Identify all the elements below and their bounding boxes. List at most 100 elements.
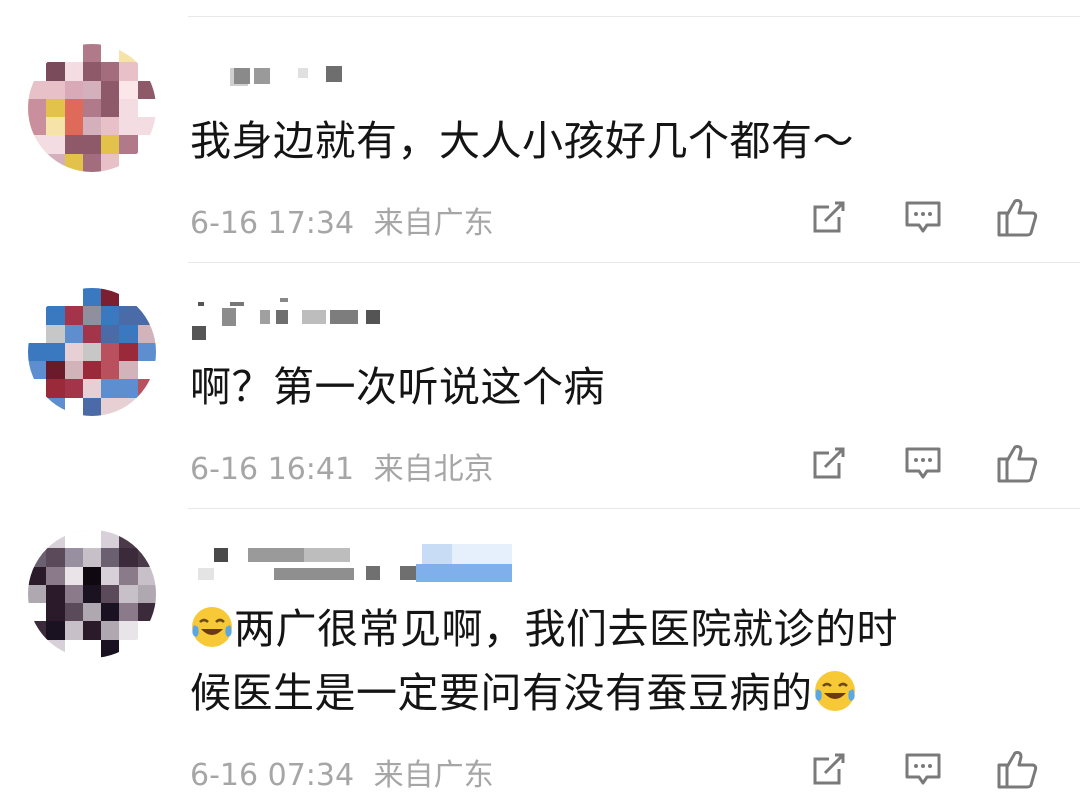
comment-location: 来自广东 [373, 206, 494, 241]
avatar-pixel [82, 117, 102, 136]
avatar-pixel [46, 135, 65, 154]
avatar-pixel [82, 80, 102, 99]
avatar-pixel [82, 288, 102, 307]
avatar-pixel [82, 584, 102, 604]
comment-location: 来自广东 [373, 758, 494, 793]
like-button[interactable] [992, 744, 1042, 794]
comment-meta: 6-16 07:34 来自广东 [190, 750, 494, 794]
avatar-pixel [137, 361, 156, 380]
avatar-pixel [137, 379, 156, 398]
avatar-pixel [28, 584, 47, 604]
avatar-pixel [137, 288, 156, 307]
comment-button[interactable] [898, 192, 948, 242]
avatar-pixel [46, 117, 65, 136]
avatar-pixel [101, 117, 120, 136]
avatar-pixel [119, 135, 138, 154]
avatar-pixel [28, 530, 47, 549]
avatar-pixel [101, 80, 120, 99]
avatar-pixel [119, 153, 138, 172]
avatar-pixel [101, 621, 120, 640]
avatar-pixel [64, 584, 83, 604]
avatar-pixel [101, 548, 120, 567]
avatar-pixel [46, 621, 65, 640]
avatar-pixel [28, 361, 47, 380]
username-pixelated[interactable] [190, 544, 530, 584]
avatar-pixel [137, 584, 156, 604]
avatar-pixel [46, 288, 65, 307]
avatar-pixel [82, 548, 102, 567]
avatar-pixel [82, 379, 102, 398]
avatar-pixel [82, 62, 102, 81]
comment-date: 6-16 16:41 [190, 452, 355, 487]
avatar[interactable] [28, 530, 156, 658]
avatar-pixel [82, 306, 102, 325]
avatar-pixel [28, 135, 47, 154]
avatar-pixel [28, 44, 47, 63]
avatar-pixel [137, 639, 156, 658]
avatar-pixel [28, 603, 47, 622]
avatar-pixel [64, 361, 83, 380]
avatar-pixel [82, 397, 102, 416]
username-pixelated[interactable] [190, 58, 530, 98]
avatar-pixel [46, 98, 65, 118]
avatar-pixel [46, 584, 65, 604]
avatar-pixel [28, 62, 47, 81]
comment-icon [905, 447, 941, 479]
avatar-pixel [64, 397, 83, 416]
avatar-pixel [119, 306, 138, 325]
avatar-pixel [119, 379, 138, 398]
avatar-pixel [101, 397, 120, 416]
divider [188, 262, 1080, 263]
avatar-pixel [101, 639, 120, 658]
avatar-pixel [64, 530, 83, 549]
like-button[interactable] [992, 438, 1042, 488]
avatar-pixel [101, 135, 120, 154]
avatar-pixel [28, 548, 47, 567]
avatar-pixel [64, 639, 83, 658]
avatar-pixel [64, 603, 83, 622]
avatar-pixel [137, 566, 156, 585]
comment-text: 候医生是一定要问有没有蚕豆病的 [190, 662, 857, 724]
avatar-pixel [101, 288, 120, 307]
avatar-pixel [28, 98, 47, 118]
repost-icon [813, 753, 845, 785]
avatar[interactable] [28, 44, 156, 172]
avatar-pixel [46, 566, 65, 585]
avatar-pixel [101, 62, 120, 81]
avatar-pixel [119, 62, 138, 81]
like-button[interactable] [992, 192, 1042, 242]
comment-text: 啊？第一次听说这个病 [190, 363, 605, 411]
avatar-pixel [46, 62, 65, 81]
avatar-pixel [82, 621, 102, 640]
avatar-pixel [64, 342, 83, 362]
avatar-pixel [137, 548, 156, 567]
username-pixelated[interactable] [190, 298, 530, 340]
avatar-pixel [119, 117, 138, 136]
avatar-pixel [137, 306, 156, 325]
avatar-pixel [28, 342, 47, 362]
avatar-pixel [46, 361, 65, 380]
comment-text: 我身边就有，大人小孩好几个都有～ [190, 117, 854, 165]
avatar-pixel [119, 530, 138, 549]
avatar-pixel [101, 98, 120, 118]
avatar-pixel [137, 621, 156, 640]
avatar[interactable] [28, 288, 156, 416]
avatar-pixel [64, 117, 83, 136]
repost-button[interactable] [804, 744, 854, 794]
avatar-pixel [137, 530, 156, 549]
comment-button[interactable] [898, 744, 948, 794]
avatar-pixel [119, 548, 138, 567]
repost-button[interactable] [804, 192, 854, 242]
thumbs-up-icon [997, 199, 1038, 237]
avatar-pixel [28, 621, 47, 640]
avatar-pixel [137, 603, 156, 622]
comment-meta: 6-16 16:41 来自北京 [190, 444, 494, 488]
avatar-pixel [101, 530, 120, 549]
thumbs-up-icon [997, 445, 1038, 483]
repost-button[interactable] [804, 438, 854, 488]
repost-icon [813, 201, 845, 233]
comment-button[interactable] [898, 438, 948, 488]
comment-actions [800, 744, 1050, 794]
comment-actions [800, 438, 1050, 488]
avatar-pixel [119, 621, 138, 640]
